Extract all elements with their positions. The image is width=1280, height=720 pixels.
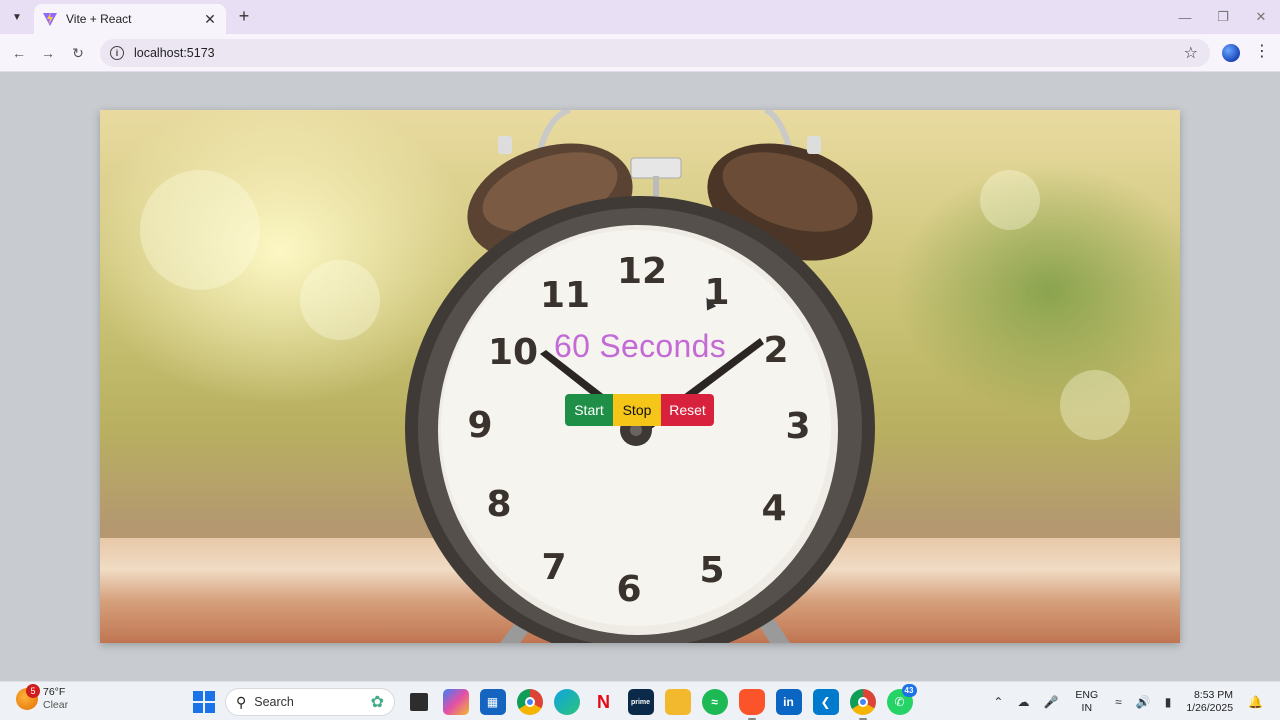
weather-icon: 5 [16,684,40,710]
chrome-profile-icon[interactable] [849,689,876,720]
folder-icon[interactable] [664,689,691,715]
tab-title: Vite + React [66,12,132,26]
alarm-clock-illustration: 12 1 2 3 4 5 6 7 8 9 10 11 [405,110,875,643]
language-line2: IN [1081,701,1093,714]
clock-numeral: 8 [486,484,511,525]
task-view-icon[interactable] [410,693,428,711]
taskbar-search[interactable]: ⚲ Search ✿ [225,688,395,716]
chrome-icon[interactable] [516,689,543,715]
vite-logo-icon [43,12,57,26]
start-button[interactable]: Start [565,394,613,426]
alarm-clock-background: 12 1 2 3 4 5 6 7 8 9 10 11 60 Seconds St… [100,110,1180,643]
clock-numeral: 10 [488,332,538,373]
prime-video-icon[interactable]: prime [627,689,654,715]
edge-icon[interactable] [553,689,580,715]
store-icon[interactable]: ▦ [479,689,506,715]
volume-icon[interactable]: 🔊 [1136,695,1151,709]
clock-date: 1/26/2025 [1186,701,1234,714]
minimize-icon[interactable]: — [1166,0,1204,34]
reset-button[interactable]: Reset [661,394,714,426]
timer-display: 60 Seconds [553,328,726,364]
whatsapp-icon[interactable]: ✆ 43 [886,684,917,715]
browser-toolbar: ← → ↻ i localhost:5173 ☆ ⋮ [0,34,1280,72]
weather-badge: 5 [26,684,40,698]
taskbar-clock[interactable]: 8:53 PM 1/26/2025 [1186,689,1233,715]
reload-icon[interactable]: ↻ [67,42,89,64]
notification-bell-icon[interactable]: 🔔 [1248,695,1263,709]
plus-icon[interactable]: + [234,7,254,27]
arrow-right-icon[interactable]: → [37,42,59,64]
clock-numeral: 11 [540,275,590,316]
battery-icon[interactable]: ▮ [1165,695,1172,709]
info-icon[interactable]: i [110,46,124,60]
clock-numeral: 4 [761,488,786,529]
address-bar[interactable]: i localhost:5173 ☆ [100,39,1210,67]
weather-temp: 76°F [43,686,66,698]
linkedin-icon[interactable]: in [775,689,802,715]
brave-icon[interactable] [738,689,765,720]
clock-numeral: 6 [616,569,641,610]
chevron-up-icon[interactable]: ⌃ [993,695,1003,709]
copilot-icon[interactable] [442,689,469,715]
netflix-icon[interactable]: N [591,689,617,715]
search-label: Search [254,695,294,709]
windows-start-icon[interactable] [193,691,215,713]
clock-numeral: 2 [763,330,788,371]
arrow-left-icon[interactable]: ← [8,42,30,64]
browser-tab[interactable]: Vite + React ✕ [34,4,226,34]
system-tray: ⌃ ☁ 🎤 ENG IN ≈ 🔊 ▮ 8:53 PM 1/26/2025 🔔 [986,682,1270,720]
search-icon: ⚲ [236,693,247,710]
whatsapp-badge: 43 [901,684,917,697]
clock-time: 8:53 PM [1193,688,1234,701]
taskbar-apps: ⚲ Search ✿ ▦ N prime ≈ in ❮ ✆ 43 [190,684,918,720]
stop-button[interactable]: Stop [613,394,661,426]
clock-numeral: 12 [617,251,667,292]
clock-numeral: 3 [785,406,810,447]
tab-bar: ▼ Vite + React ✕ + — ❐ ✕ [0,0,1280,34]
language-line1: ENG [1075,688,1099,701]
more-vert-icon[interactable]: ⋮ [1254,43,1270,61]
clock-numeral: 9 [467,405,492,446]
url-text[interactable]: localhost:5173 [134,46,215,60]
close-icon[interactable]: ✕ [202,11,218,28]
weather-widget[interactable]: 5 76°F Clear [16,684,69,712]
restore-icon[interactable]: ❐ [1204,0,1242,34]
page-viewport: 12 1 2 3 4 5 6 7 8 9 10 11 60 Seconds St… [0,73,1280,681]
spotify-icon[interactable]: ≈ [701,689,728,715]
clock-numeral: 5 [699,550,724,591]
microphone-icon[interactable]: 🎤 [1043,695,1058,709]
timer-controls: Start Stop Reset [565,394,714,426]
star-icon[interactable]: ☆ [1184,43,1198,63]
chevron-down-icon[interactable]: ▼ [6,6,28,28]
window-close-icon[interactable]: ✕ [1242,0,1280,34]
globe-icon[interactable] [1222,44,1240,62]
clock-numeral: 7 [541,547,566,588]
vscode-icon[interactable]: ❮ [812,689,839,715]
language-indicator[interactable]: ENG IN [1075,689,1098,715]
wifi-icon[interactable]: ≈ [1115,695,1122,709]
weather-condition: Clear [43,699,69,711]
onedrive-icon[interactable]: ☁ [1017,695,1029,709]
windows-taskbar: 5 76°F Clear ⚲ Search ✿ ▦ N prime ≈ in ❮… [0,681,1280,720]
search-highlight-icon: ✿ [370,694,384,711]
window-controls: — ❐ ✕ [1166,0,1280,34]
